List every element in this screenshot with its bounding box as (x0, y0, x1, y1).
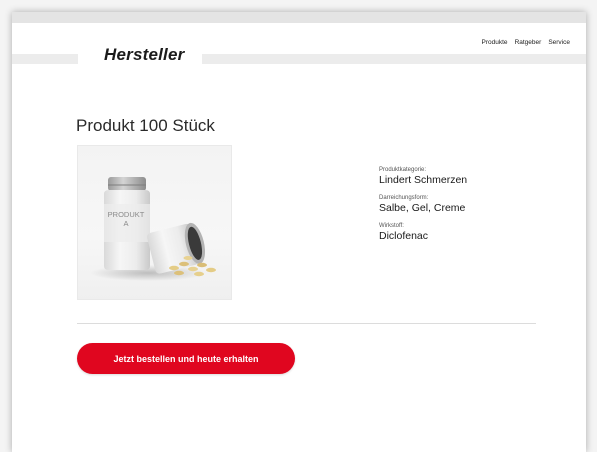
spec-label: Wirkstoff: (379, 223, 404, 229)
nav-item-ratgeber[interactable]: Ratgeber (515, 39, 542, 46)
image-label-line1: PRODUKT (108, 210, 145, 219)
nav-item-produkte[interactable]: Produkte (482, 39, 508, 46)
main-nav: Produkte Ratgeber Service (482, 39, 570, 46)
pill-bottle-illustration: PRODUKT A (90, 177, 216, 281)
top-bar (12, 12, 586, 23)
spec-value: Lindert Schmerzen (379, 174, 468, 186)
page-container: Hersteller Produkte Ratgeber Service Pro… (12, 12, 586, 452)
image-label-line2: A (123, 219, 128, 228)
spec-label: Darreichungsform: (379, 195, 429, 201)
order-now-button[interactable]: Jetzt bestellen und heute erhalten (77, 343, 295, 374)
product-title: Produkt 100 Stück (76, 116, 215, 136)
spec-category: Produktkategorie: Lindert Schmerzen (379, 166, 467, 187)
brand-logo[interactable]: Hersteller (104, 45, 184, 65)
spec-active-ingredient: Wirkstoff: Diclofenac (379, 222, 467, 243)
spec-label: Produktkategorie: (379, 167, 427, 173)
nav-item-service[interactable]: Service (548, 39, 570, 46)
divider (77, 323, 536, 324)
spec-value: Salbe, Gel, Creme (379, 202, 466, 214)
product-specs: Produktkategorie: Lindert Schmerzen Darr… (379, 166, 467, 250)
spec-dosage-form: Darreichungsform: Salbe, Gel, Creme (379, 194, 467, 215)
spec-value: Diclofenac (379, 230, 429, 242)
product-image: PRODUKT A (77, 145, 232, 300)
